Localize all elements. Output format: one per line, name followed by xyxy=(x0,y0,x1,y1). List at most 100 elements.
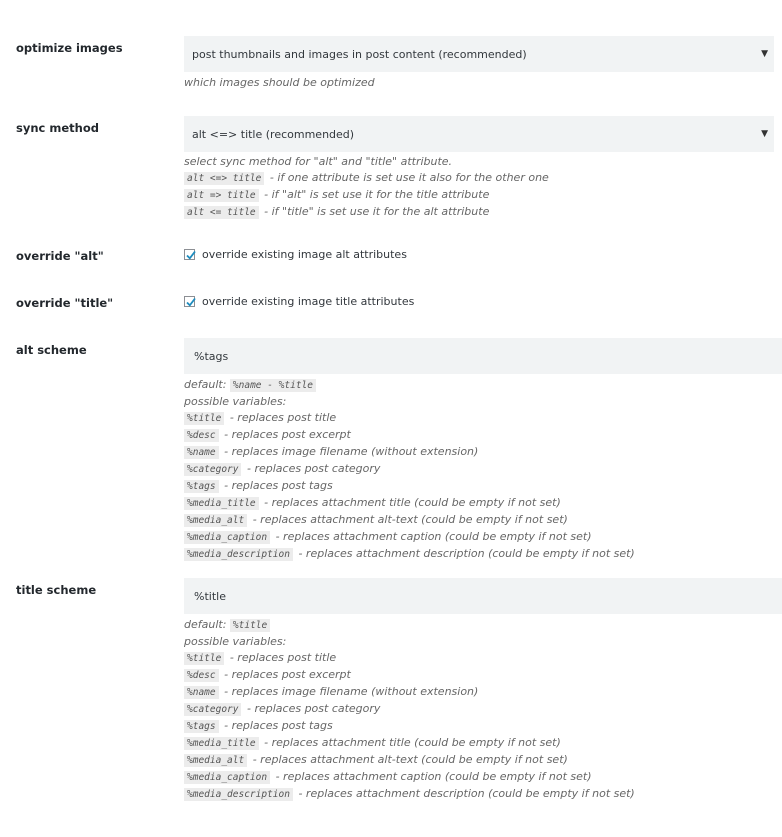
code-snippet: %category xyxy=(184,463,242,476)
variable-line: %category - replaces post category xyxy=(184,461,635,478)
code-snippet: %title xyxy=(184,412,225,425)
variable-line: %media_title - replaces attachment title… xyxy=(184,735,635,752)
variable-line: %tags - replaces post tags xyxy=(184,718,635,735)
code-snippet: %media_caption xyxy=(184,531,271,544)
code-snippet: %tags xyxy=(184,720,219,733)
alt-scheme-input[interactable]: %tags xyxy=(184,338,782,374)
help-text: - if one attribute is set use it also fo… xyxy=(269,171,549,184)
code-snippet: %media_alt xyxy=(184,754,248,767)
optimize-images-label: optimize images xyxy=(16,41,123,55)
variable-text: - replaces attachment description (could… xyxy=(298,787,635,800)
chevron-down-icon: ▼ xyxy=(761,49,768,59)
checkmark-icon xyxy=(186,250,196,260)
override-alt-option[interactable]: override existing image alt attributes xyxy=(184,248,407,261)
variable-line: %media_caption - replaces attachment cap… xyxy=(184,769,635,786)
override-alt-checkbox-label[interactable]: override existing image alt attributes xyxy=(202,248,407,261)
variable-text: - replaces post category xyxy=(246,462,381,475)
code-snippet: %title xyxy=(184,652,225,665)
variable-text: - replaces attachment caption (could be … xyxy=(275,530,592,543)
sync-method-label: sync method xyxy=(16,121,99,135)
alt-scheme-label: alt scheme xyxy=(16,343,87,357)
variable-text: - replaces image filename (without exten… xyxy=(224,685,479,698)
possible-variables-heading: possible variables: xyxy=(184,395,287,408)
code-snippet: %name - %title xyxy=(229,379,316,392)
variable-text: - replaces post excerpt xyxy=(224,668,351,681)
variable-text: - replaces attachment alt-text (could be… xyxy=(252,753,568,766)
help-line: alt <=> title - if one attribute is set … xyxy=(184,170,549,187)
code-snippet: %name xyxy=(184,446,219,459)
variable-line: %desc - replaces post excerpt xyxy=(184,667,635,684)
alt-scheme-description: default: %name - %title possible variabl… xyxy=(184,377,635,563)
variable-text: - replaces post title xyxy=(229,411,337,424)
variable-line: %name - replaces image filename (without… xyxy=(184,444,635,461)
optimize-images-select[interactable]: post thumbnails and images in post conte… xyxy=(184,36,774,72)
variable-text: - replaces post tags xyxy=(224,719,333,732)
help-line: alt => title - if "alt" is set use it fo… xyxy=(184,187,549,204)
help-line: alt <= title - if "title" is set use it … xyxy=(184,204,549,221)
default-prefix: default: xyxy=(184,618,227,631)
variable-text: - replaces post tags xyxy=(224,479,333,492)
variable-text: - replaces attachment title (could be em… xyxy=(264,496,561,509)
variable-text: - replaces post title xyxy=(229,651,337,664)
sync-method-select[interactable]: alt <=> title (recommended) ▼ xyxy=(184,116,774,152)
code-snippet: %media_description xyxy=(184,788,293,801)
code-snippet: %tags xyxy=(184,480,219,493)
code-snippet: %media_description xyxy=(184,548,293,561)
checkmark-icon xyxy=(186,297,196,307)
code-snippet: %desc xyxy=(184,429,219,442)
override-title-checkbox-label[interactable]: override existing image title attributes xyxy=(202,295,414,308)
alt-scheme-value: %tags xyxy=(194,349,229,363)
description-text: which images should be optimized xyxy=(184,76,375,89)
title-scheme-label: title scheme xyxy=(16,583,97,597)
variable-text: - replaces attachment caption (could be … xyxy=(275,770,592,783)
override-title-checkbox[interactable] xyxy=(184,296,196,307)
variable-line: %title - replaces post title xyxy=(184,410,635,427)
default-line: default: %name - %title xyxy=(184,377,635,394)
title-scheme-value: %title xyxy=(194,589,226,603)
code-snippet: alt <= title xyxy=(184,206,259,219)
override-alt-checkbox[interactable] xyxy=(184,249,196,260)
code-snippet: %name xyxy=(184,686,219,699)
code-snippet: %media_caption xyxy=(184,771,271,784)
chevron-down-icon: ▼ xyxy=(761,129,768,139)
sync-method-description: select sync method for "alt" and "title"… xyxy=(184,154,549,221)
variable-line: %tags - replaces post tags xyxy=(184,478,635,495)
variable-text: - replaces post excerpt xyxy=(224,428,351,441)
variable-line: %title - replaces post title xyxy=(184,650,635,667)
code-snippet: %media_title xyxy=(184,737,259,750)
possible-variables-heading: possible variables: xyxy=(184,635,287,648)
variable-line: %media_description - replaces attachment… xyxy=(184,786,635,803)
default-line: default: %title xyxy=(184,617,635,634)
help-text: - if "title" is set use it for the alt a… xyxy=(264,205,490,218)
code-snippet: %desc xyxy=(184,669,219,682)
variable-line: %media_alt - replaces attachment alt-tex… xyxy=(184,752,635,769)
default-prefix: default: xyxy=(184,378,227,391)
optimize-images-description: which images should be optimized xyxy=(184,75,375,91)
code-snippet: %category xyxy=(184,703,242,716)
sync-method-selected: alt <=> title (recommended) xyxy=(192,127,355,141)
variable-line: %desc - replaces post excerpt xyxy=(184,427,635,444)
code-snippet: %media_alt xyxy=(184,514,248,527)
override-title-option[interactable]: override existing image title attributes xyxy=(184,295,414,308)
variable-text: - replaces image filename (without exten… xyxy=(224,445,479,458)
override-title-label: override "title" xyxy=(16,296,114,310)
variable-line: %media_description - replaces attachment… xyxy=(184,546,635,563)
variable-line: %media_alt - replaces attachment alt-tex… xyxy=(184,512,635,529)
code-snippet: %media_title xyxy=(184,497,259,510)
variable-line: %media_title - replaces attachment title… xyxy=(184,495,635,512)
help-text: - if "alt" is set use it for the title a… xyxy=(264,188,490,201)
variable-line: %category - replaces post category xyxy=(184,701,635,718)
variable-text: - replaces post category xyxy=(246,702,381,715)
variable-text: - replaces attachment description (could… xyxy=(298,547,635,560)
variable-line: %media_caption - replaces attachment cap… xyxy=(184,529,635,546)
optimize-images-selected: post thumbnails and images in post conte… xyxy=(192,47,527,61)
override-alt-label: override "alt" xyxy=(16,249,104,263)
variable-line: %name - replaces image filename (without… xyxy=(184,684,635,701)
description-text: select sync method for "alt" and "title"… xyxy=(184,155,453,168)
title-scheme-input[interactable]: %title xyxy=(184,578,782,614)
code-snippet: alt => title xyxy=(184,189,259,202)
variable-text: - replaces attachment title (could be em… xyxy=(264,736,561,749)
code-snippet: alt <=> title xyxy=(184,172,265,185)
code-snippet: %title xyxy=(229,619,271,632)
variable-text: - replaces attachment alt-text (could be… xyxy=(252,513,568,526)
